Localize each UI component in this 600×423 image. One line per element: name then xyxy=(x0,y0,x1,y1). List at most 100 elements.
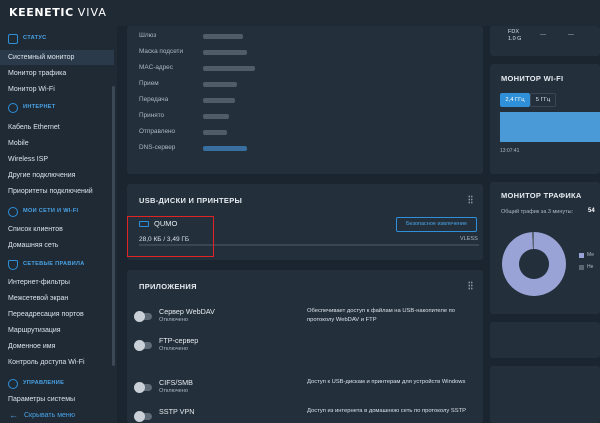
sidebar-item-home-network[interactable]: Домашняя сеть xyxy=(0,238,114,253)
apps-card: Приложения Сервер WebDAV Отключено Обесп… xyxy=(127,270,483,423)
safe-eject-button[interactable]: Безопасное извлечение xyxy=(396,217,477,232)
drag-handle-icon[interactable] xyxy=(468,195,473,204)
wifi-chart-time: 13:07:41 xyxy=(500,148,520,154)
tx-label: Передача xyxy=(139,96,169,103)
rx-value xyxy=(203,82,237,87)
traffic-monitor-card: Монитор трафика Общий трафик за 3 минуты… xyxy=(490,182,600,314)
network-info-card: Шлюз Маска подсети MAC-адрес Прием Перед… xyxy=(127,26,483,174)
usb-filesystem: VLESS xyxy=(460,236,478,242)
sidebar-item-mobile[interactable]: Mobile xyxy=(0,136,114,151)
sidebar-section-network-rules[interactable]: Сетевые правила xyxy=(0,259,114,273)
app-name[interactable]: SSTP VPN xyxy=(159,407,194,416)
sidebar-item-port-forwarding[interactable]: Переадресация портов xyxy=(0,307,114,322)
brand-logo[interactable]: KEENETIC VIVA xyxy=(9,6,107,19)
sidebar-item-wireless-isp[interactable]: Wireless ISP xyxy=(0,152,114,167)
top-bar: KEENETIC VIVA xyxy=(0,0,600,26)
webdav-toggle[interactable] xyxy=(134,311,152,322)
app-status: Отключено xyxy=(159,388,188,394)
traffic-total: 54 xyxy=(588,208,595,214)
port-status-card: FDX 1.0 G — — xyxy=(490,26,600,56)
traffic-subtitle: Общий трафик за 3 минуты: xyxy=(501,209,574,215)
app-description: Доступ из интернета в домашнюю сеть по п… xyxy=(307,408,466,414)
sidebar-item-system-settings[interactable]: Параметры системы xyxy=(0,392,114,407)
app-name[interactable]: CIFS/SMB xyxy=(159,378,193,387)
sidebar-item-traffic-monitor[interactable]: Монитор трафика xyxy=(0,66,114,81)
extra-card-bottom xyxy=(490,366,600,423)
sidebar-section-management[interactable]: Управление xyxy=(0,378,114,392)
app-description: Доступ к USB-дискам и принтерам для устр… xyxy=(307,379,466,385)
collapse-menu-label: Скрывать меню xyxy=(24,412,76,419)
ftp-toggle[interactable] xyxy=(134,340,152,351)
app-row-cifs: CIFS/SMB Отключено Доступ к USB-дискам и… xyxy=(127,378,483,404)
dns-server-label: DNS-сервер xyxy=(139,144,176,151)
sidebar-item-wifi-monitor[interactable]: Монитор Wi-Fi xyxy=(0,82,114,97)
sidebar-item-internet-filters[interactable]: Интернет-фильтры xyxy=(0,275,114,290)
mac-address-label: MAC-адрес xyxy=(139,64,173,71)
usb-card-title: USB-диски и принтеры xyxy=(139,196,243,205)
brand-model: VIVA xyxy=(77,6,107,19)
extra-card xyxy=(490,322,600,358)
subnet-mask-value xyxy=(203,50,247,55)
mac-address-value xyxy=(203,66,255,71)
wifi-icon xyxy=(8,207,18,217)
wifi-chart-area xyxy=(500,112,600,142)
sidebar-item-domain-name[interactable]: Доменное имя xyxy=(0,339,114,354)
subnet-mask-label: Маска подсети xyxy=(139,48,184,55)
received-label: Принято xyxy=(139,112,165,119)
legend-swatch xyxy=(579,265,584,270)
sidebar-item-client-list[interactable]: Список клиентов xyxy=(0,222,114,237)
sidebar-section-networks[interactable]: Мои сети и Wi-Fi xyxy=(0,206,114,220)
arrow-left-icon: ← xyxy=(9,410,18,420)
dashboard-icon xyxy=(8,34,18,44)
app-name[interactable]: FTP-сервер xyxy=(159,336,198,345)
sidebar-item-routing[interactable]: Маршрутизация xyxy=(0,323,114,338)
tx-value xyxy=(203,98,235,103)
sidebar-item-firewall[interactable]: Межсетевой экран xyxy=(0,291,114,306)
sidebar-section-label: Статус xyxy=(23,35,47,41)
sstp-toggle[interactable] xyxy=(134,411,152,422)
gateway-value xyxy=(203,34,243,39)
app-row-webdav: Сервер WebDAV Отключено Обеспечивает дос… xyxy=(127,307,483,333)
port-dash: — xyxy=(568,32,574,38)
traffic-monitor-title: Монитор трафика xyxy=(501,191,582,200)
settings-icon xyxy=(8,379,18,389)
sidebar-section-label: Сетевые правила xyxy=(23,261,85,267)
sidebar-item-ethernet[interactable]: Кабель Ethernet xyxy=(0,120,114,135)
shield-icon xyxy=(8,260,18,270)
globe-icon xyxy=(8,103,18,113)
rx-label: Прием xyxy=(139,80,159,87)
legend-label: Не xyxy=(587,264,594,270)
sidebar-section-status[interactable]: Статус xyxy=(0,33,114,47)
sidebar-section-internet[interactable]: Интернет xyxy=(0,102,114,116)
sidebar-section-label: Интернет xyxy=(23,104,56,110)
highlight-frame xyxy=(127,216,214,257)
cifs-toggle[interactable] xyxy=(134,382,152,393)
tab-2-4ghz[interactable]: 2,4 ГГц xyxy=(500,93,530,107)
dns-server-value[interactable] xyxy=(203,146,247,151)
port-duplex: FDX xyxy=(508,29,519,35)
legend-swatch xyxy=(579,253,584,258)
brand-name: KEENETIC xyxy=(9,6,74,19)
app-description: Обеспечивает доступ к файлам на USB-нако… xyxy=(307,308,456,323)
traffic-donut-chart xyxy=(502,232,566,296)
port-dash: — xyxy=(540,32,546,38)
sidebar-section-label: Мои сети и Wi-Fi xyxy=(23,208,79,214)
app-row-ftp: FTP-сервер Отключено xyxy=(127,336,483,362)
sidebar-item-system-monitor[interactable]: Системный монитор xyxy=(0,50,114,65)
legend-label: Ме xyxy=(587,252,595,258)
collapse-menu-button[interactable]: ← Скрывать меню xyxy=(0,409,117,423)
sidebar-item-wifi-access-control[interactable]: Контроль доступа Wi-Fi xyxy=(0,355,114,370)
tab-5ghz[interactable]: 5 ГГц xyxy=(530,93,556,107)
app-name[interactable]: Сервер WebDAV xyxy=(159,307,215,316)
app-status: Отключено xyxy=(159,317,188,323)
sent-value xyxy=(203,130,227,135)
app-row-sstp: SSTP VPN Доступ из интернета в домашнюю … xyxy=(127,407,483,423)
sent-label: Отправлено xyxy=(139,128,176,135)
wifi-monitor-card: Монитор Wi-Fi 2,4 ГГц 5 ГГц 13:07:41 xyxy=(490,64,600,174)
sidebar-item-other-connections[interactable]: Другие подключения xyxy=(0,168,114,183)
port-speed: 1.0 G xyxy=(508,36,522,42)
app-status: Отключено xyxy=(159,346,188,352)
sidebar: Статус Системный монитор Монитор трафика… xyxy=(0,26,117,423)
drag-handle-icon[interactable] xyxy=(468,281,473,290)
sidebar-item-connection-priorities[interactable]: Приоритеты подключений xyxy=(0,184,114,199)
